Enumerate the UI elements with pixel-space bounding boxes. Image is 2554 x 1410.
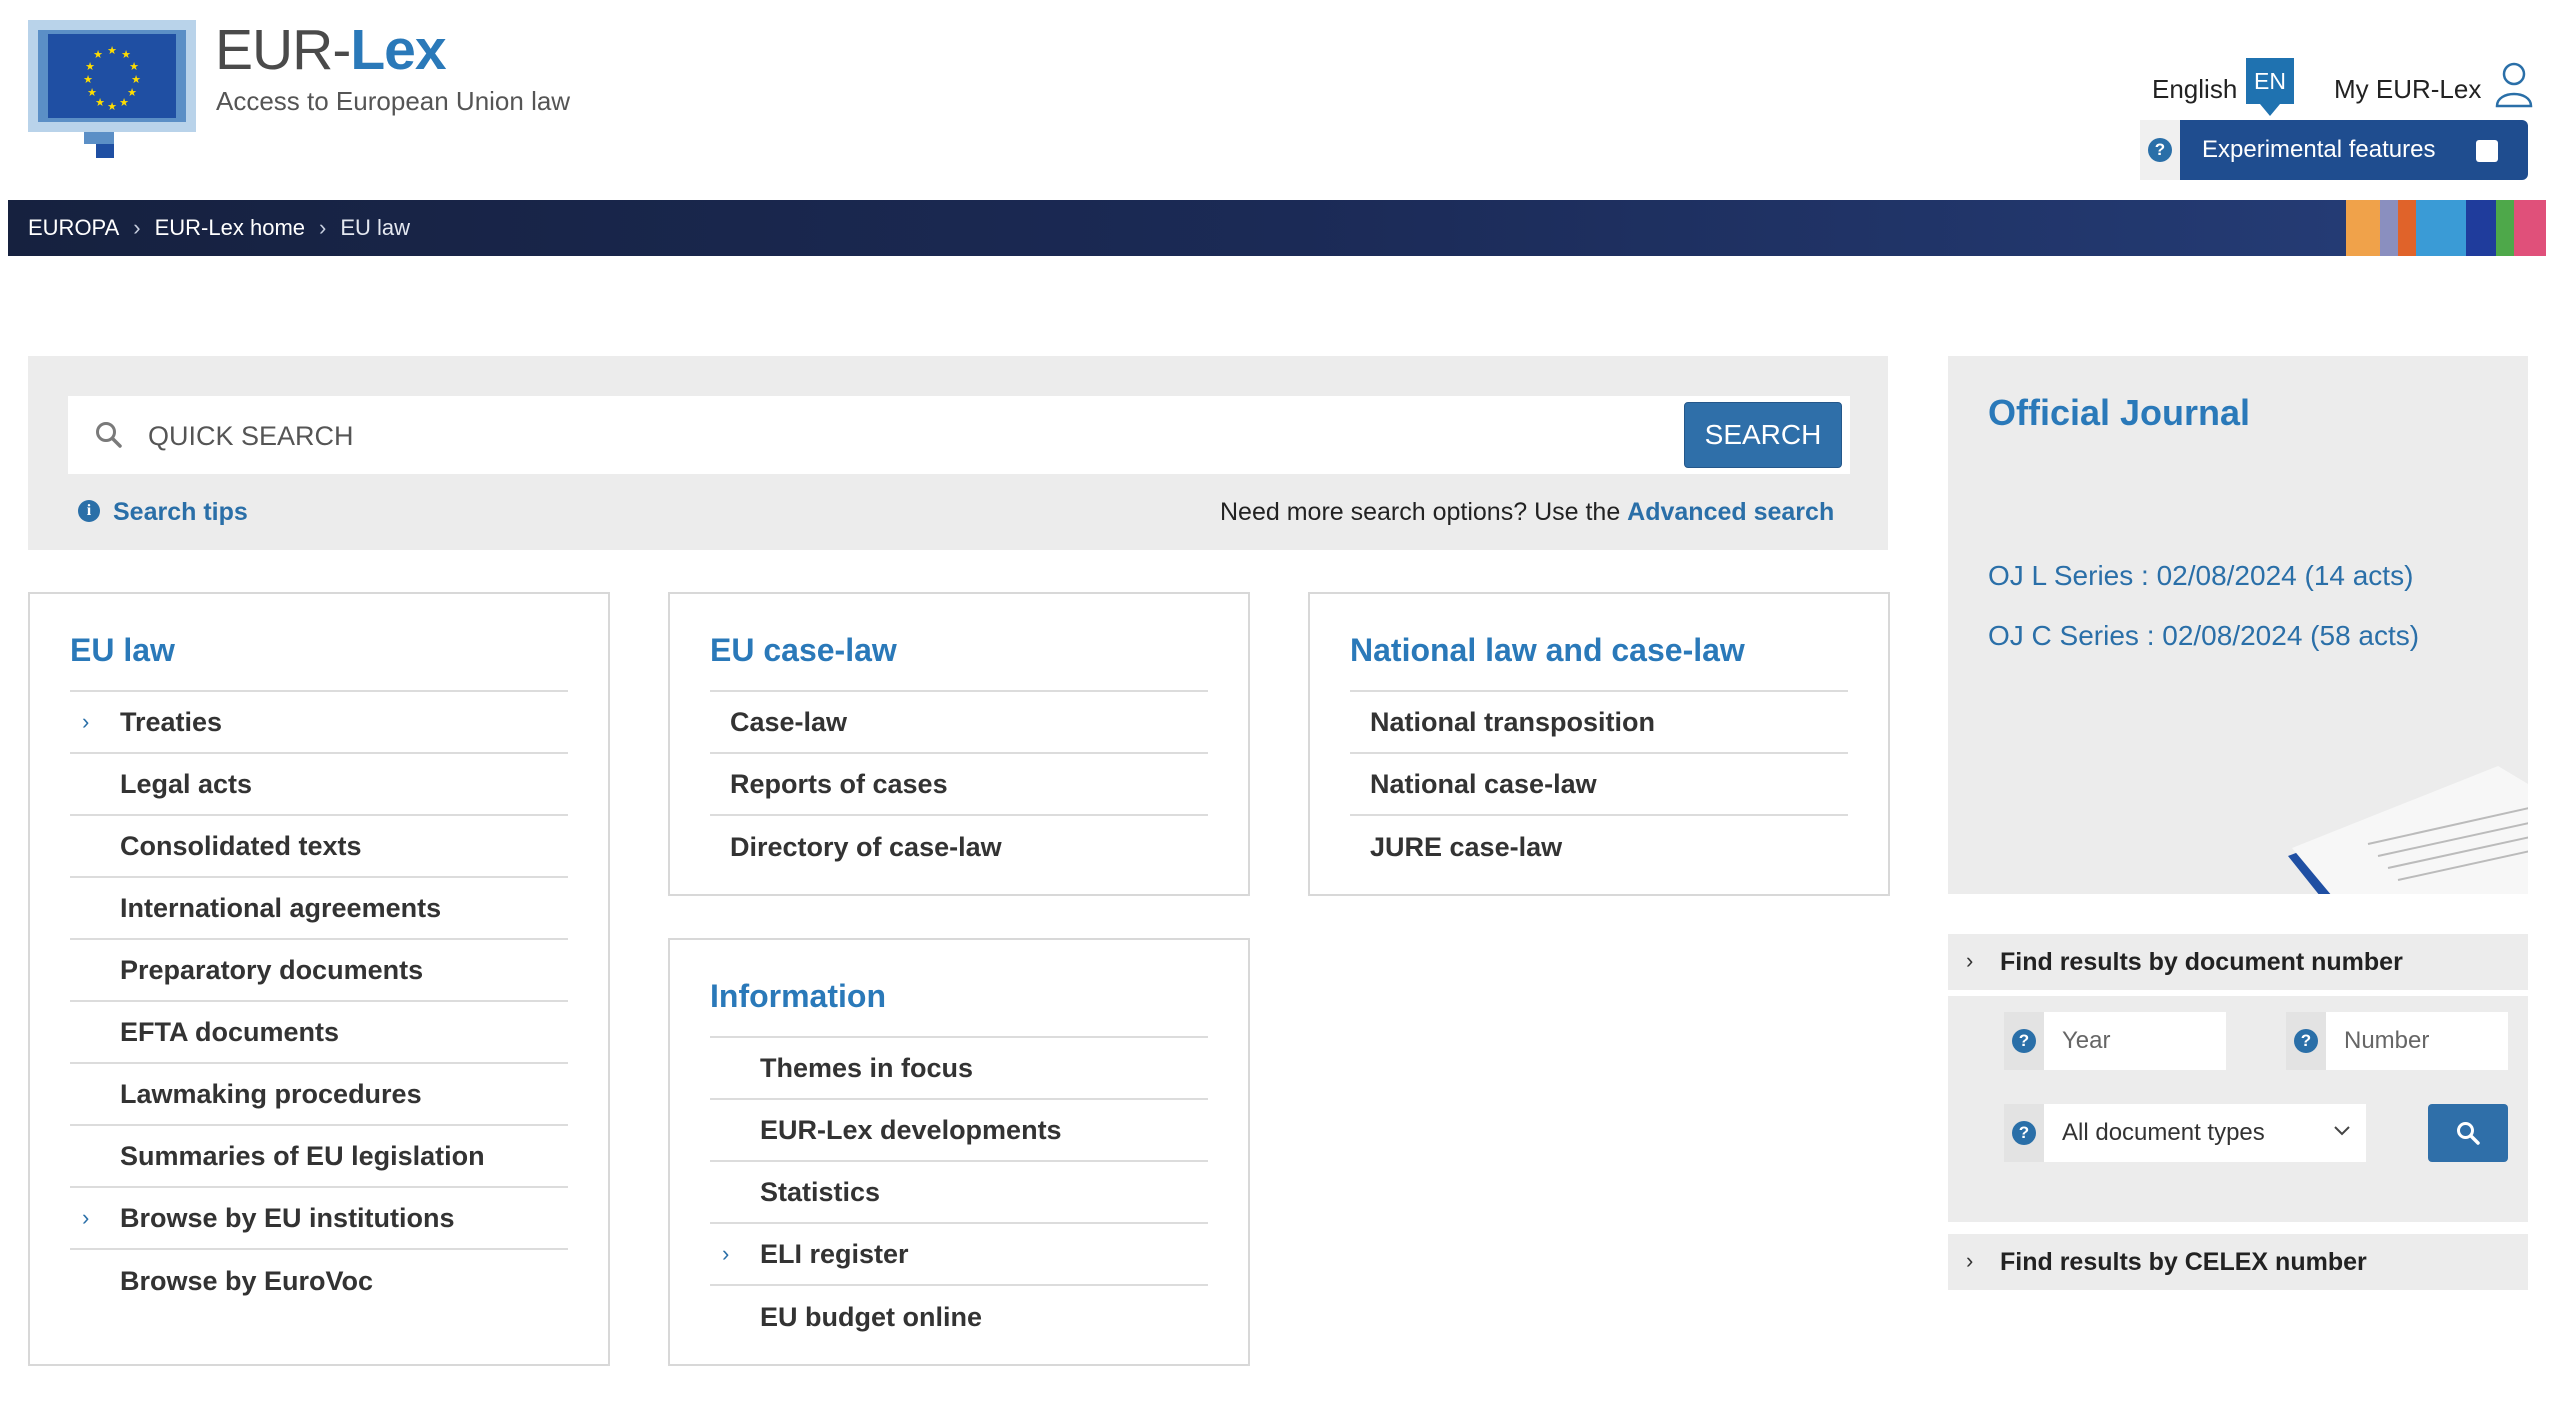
breadcrumb-eurlex-home[interactable]: EUR-Lex home — [155, 215, 305, 241]
year-input[interactable]: Year — [2044, 1012, 2226, 1070]
breadcrumb-europa[interactable]: EUROPA — [28, 215, 119, 241]
info-item-themes[interactable]: Themes in focus — [710, 1038, 1208, 1100]
breadcrumb-current: EU law — [340, 215, 411, 240]
my-eurlex-link[interactable]: My EUR-Lex — [2334, 74, 2481, 105]
color-stripe-navy — [2466, 200, 2496, 256]
eu-law-item-international-agreements[interactable]: International agreements — [70, 878, 568, 940]
case-law-item-case-law[interactable]: Case-law — [710, 692, 1208, 754]
national-item-case-law[interactable]: National case-law — [1350, 754, 1848, 816]
svg-text:★: ★ — [129, 60, 139, 73]
eu-law-item-browse-eurovoc[interactable]: Browse by EuroVoc — [70, 1250, 568, 1312]
eu-law-item-browse-institutions[interactable]: › Browse by EU institutions — [70, 1188, 568, 1250]
experimental-help-button[interactable]: ? — [2140, 120, 2180, 180]
eu-case-law-title[interactable]: EU case-law — [710, 632, 897, 669]
svg-text:★: ★ — [83, 73, 93, 86]
color-stripe-pink — [2514, 200, 2546, 256]
color-stripe-blue — [2416, 200, 2466, 256]
national-law-card: National law and case-law National trans… — [1308, 592, 1890, 896]
quick-search-input[interactable] — [148, 416, 1648, 456]
advanced-search-hint: Need more search options? Use the Advanc… — [1220, 498, 1835, 526]
site-subtitle: Access to European Union law — [216, 86, 571, 116]
find-by-document-number-toggle[interactable]: › Find results by document number — [1948, 934, 2528, 990]
search-tips-link[interactable]: Search tips — [113, 498, 248, 527]
number-input[interactable]: Number — [2326, 1012, 2508, 1070]
document-type-select[interactable]: All document types — [2044, 1104, 2366, 1162]
help-icon: ? — [2294, 1029, 2318, 1053]
experimental-features-checkbox[interactable] — [2476, 140, 2498, 162]
year-help-button[interactable]: ? — [2004, 1012, 2044, 1070]
information-list: Themes in focus EUR-Lex developments Sta… — [710, 1036, 1208, 1348]
search-icon — [2457, 1122, 2480, 1145]
eu-law-card: EU law › Treaties Legal acts Consolidated… — [28, 592, 610, 1366]
help-icon: ? — [2012, 1029, 2036, 1053]
eu-law-item-lawmaking-procedures[interactable]: Lawmaking procedures — [70, 1064, 568, 1126]
svg-text:★: ★ — [85, 60, 95, 73]
svg-text:★: ★ — [119, 96, 129, 109]
eu-law-item-summaries[interactable]: Summaries of EU legislation — [70, 1126, 568, 1188]
eurlex-logo[interactable]: ★ ★ ★ ★ ★ ★ ★ ★ ★ ★ ★ ★ — [28, 20, 196, 160]
svg-text:★: ★ — [107, 44, 117, 57]
svg-text:★: ★ — [93, 48, 103, 61]
national-item-transposition[interactable]: National transposition — [1350, 692, 1848, 754]
info-item-statistics[interactable]: Statistics — [710, 1162, 1208, 1224]
case-law-item-reports[interactable]: Reports of cases — [710, 754, 1208, 816]
user-icon[interactable] — [2494, 60, 2534, 108]
chevron-right-icon: › — [1966, 1248, 1974, 1273]
search-icon — [94, 420, 124, 450]
eu-law-item-preparatory-documents[interactable]: Preparatory documents — [70, 940, 568, 1002]
advanced-search-link[interactable]: Advanced search — [1627, 498, 1834, 526]
eu-law-item-treaties[interactable]: › Treaties — [70, 692, 568, 754]
color-stripe-orange — [2346, 200, 2380, 256]
eu-law-item-efta-documents[interactable]: EFTA documents — [70, 1002, 568, 1064]
information-card: Information Themes in focus EUR-Lex deve… — [668, 938, 1250, 1366]
experimental-features-label: Experimental features — [2202, 136, 2436, 163]
help-icon: ? — [2148, 138, 2172, 162]
chevron-down-icon — [2332, 1116, 2352, 1153]
chevron-right-icon: › — [82, 1205, 90, 1230]
oj-c-series-link[interactable]: OJ C Series : 02/08/2024 (58 acts) — [1988, 620, 2419, 652]
info-item-eli-register[interactable]: › ELI register — [710, 1224, 1208, 1286]
site-title[interactable]: EUR-Lex — [215, 22, 447, 79]
document-number-search-button[interactable] — [2428, 1104, 2508, 1162]
eu-law-title[interactable]: EU law — [70, 632, 175, 669]
chevron-right-icon: › — [1966, 948, 1974, 973]
chevron-right-icon: › — [319, 215, 327, 240]
national-item-jure[interactable]: JURE case-law — [1350, 816, 1848, 878]
national-law-list: National transposition National case-law… — [1350, 690, 1848, 878]
find-by-document-number-label: Find results by document number — [2000, 947, 2403, 976]
chevron-right-icon: › — [82, 709, 90, 734]
case-law-item-directory[interactable]: Directory of case-law — [710, 816, 1208, 878]
official-journal-image — [2288, 766, 2528, 894]
eu-case-law-list: Case-law Reports of cases Directory of c… — [710, 690, 1208, 878]
chevron-right-icon: › — [133, 215, 141, 240]
official-journal-title[interactable]: Official Journal — [1988, 392, 2250, 434]
info-item-budget[interactable]: EU budget online — [710, 1286, 1208, 1348]
info-item-developments[interactable]: EUR-Lex developments — [710, 1100, 1208, 1162]
svg-text:★: ★ — [87, 86, 97, 99]
eu-law-item-consolidated-texts[interactable]: Consolidated texts — [70, 816, 568, 878]
find-by-celex-label: Find results by CELEX number — [2000, 1247, 2367, 1276]
info-icon: i — [78, 500, 100, 522]
help-icon: ? — [2012, 1121, 2036, 1145]
document-type-help-button[interactable]: ? — [2004, 1104, 2044, 1162]
oj-l-series-link[interactable]: OJ L Series : 02/08/2024 (14 acts) — [1988, 560, 2413, 592]
color-stripe-red — [2398, 200, 2416, 256]
color-stripe-lavender — [2380, 200, 2398, 256]
search-button[interactable]: SEARCH — [1684, 402, 1842, 468]
information-title[interactable]: Information — [710, 978, 886, 1015]
breadcrumb: EUROPA › EUR-Lex home › EU law — [28, 200, 410, 256]
eu-law-list: › Treaties Legal acts Consolidated texts … — [70, 690, 568, 1312]
svg-text:★: ★ — [107, 100, 117, 113]
eu-case-law-card: EU case-law Case-law Reports of cases Di… — [668, 592, 1250, 896]
find-by-celex-toggle[interactable]: › Find results by CELEX number — [1948, 1234, 2528, 1290]
national-law-title[interactable]: National law and case-law — [1350, 632, 1745, 669]
number-help-button[interactable]: ? — [2286, 1012, 2326, 1070]
language-code-badge[interactable]: EN — [2246, 58, 2294, 116]
color-stripe-green — [2496, 200, 2514, 256]
eu-law-item-legal-acts[interactable]: Legal acts — [70, 754, 568, 816]
chevron-right-icon: › — [722, 1241, 730, 1266]
svg-text:★: ★ — [131, 73, 141, 86]
document-type-selected: All document types — [2062, 1119, 2265, 1146]
language-selector-label[interactable]: English — [2152, 74, 2237, 105]
